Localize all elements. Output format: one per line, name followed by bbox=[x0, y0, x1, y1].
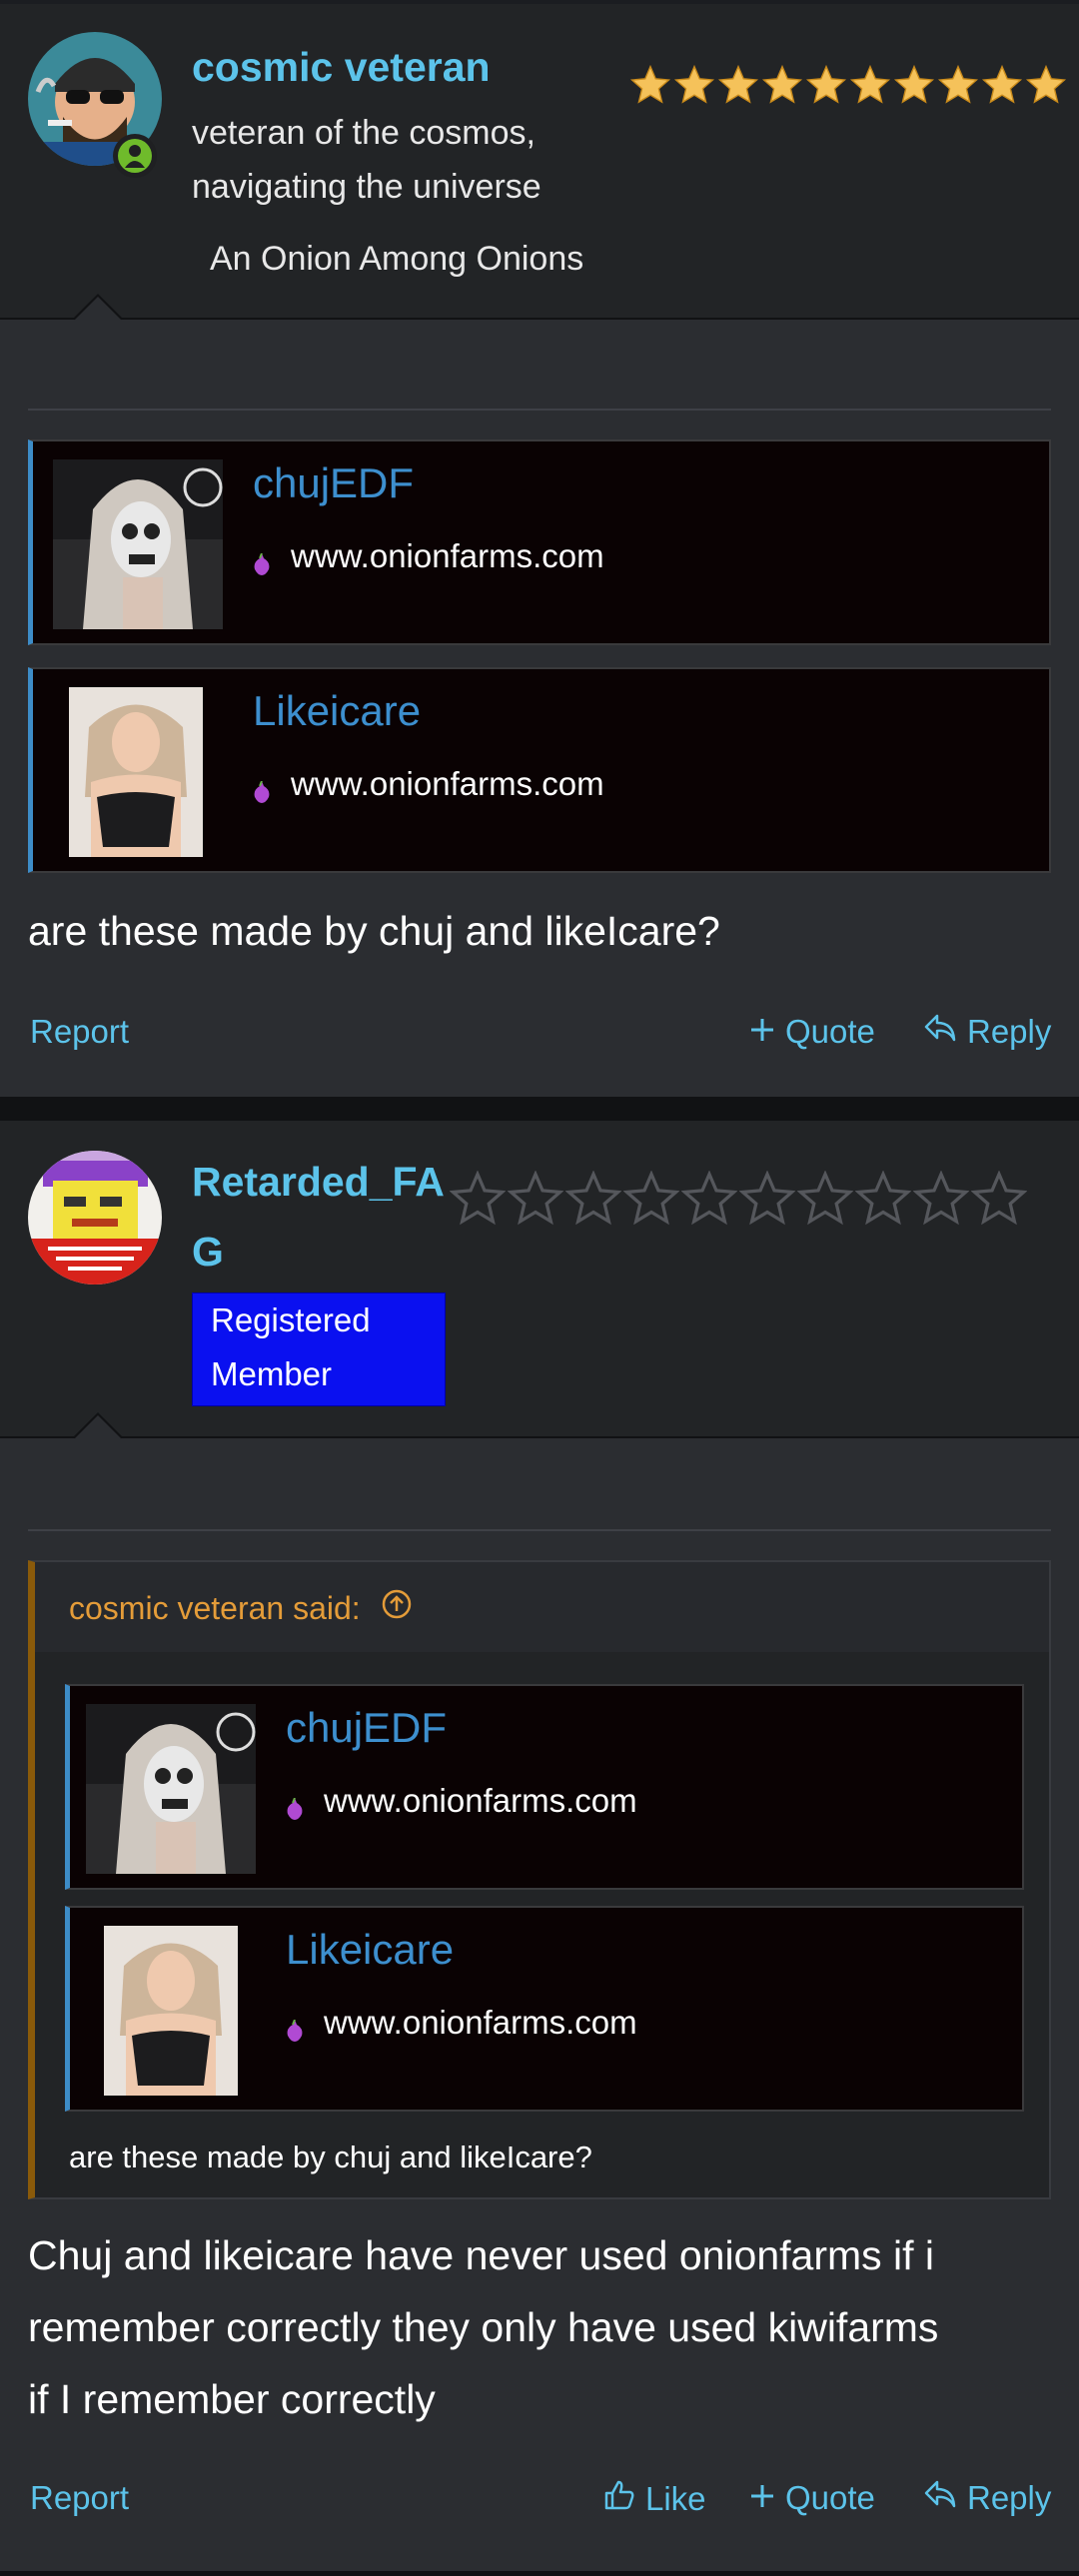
username[interactable]: cosmic veteran bbox=[192, 44, 491, 91]
onion-icon bbox=[253, 545, 271, 575]
thumbs-up-icon bbox=[603, 2479, 635, 2519]
embed-site: www.onionfarms.com bbox=[253, 765, 604, 803]
quote-button[interactable]: Quote bbox=[749, 2479, 875, 2517]
embed-thumbnail bbox=[104, 1926, 238, 2096]
avatar[interactable] bbox=[28, 1151, 162, 1285]
user-banner: An Onion Among Onions bbox=[210, 240, 584, 278]
star-filled-icon bbox=[937, 64, 979, 104]
post-header: cosmic veteran veteran of the cosmos, na… bbox=[0, 4, 1079, 320]
star-empty-icon bbox=[450, 1171, 506, 1226]
post-cosmic-veteran: cosmic veteran veteran of the cosmos, na… bbox=[0, 4, 1079, 1097]
onion-icon bbox=[286, 2012, 304, 2042]
star-filled-icon bbox=[673, 64, 715, 104]
post-separator bbox=[0, 1097, 1079, 1121]
username-line-2[interactable]: G bbox=[192, 1229, 224, 1276]
user-title-line-1: veteran of the cosmos, bbox=[192, 114, 536, 152]
quote-attribution[interactable]: cosmic veteran said: bbox=[69, 1588, 413, 1628]
plus-icon bbox=[749, 1013, 775, 1051]
reply-arrow-icon bbox=[923, 1013, 957, 1051]
quote-button[interactable]: Quote bbox=[749, 1013, 875, 1051]
reply-button[interactable]: Reply bbox=[923, 2479, 1051, 2517]
reply-arrow-icon bbox=[923, 2479, 957, 2517]
jump-to-quote-icon[interactable] bbox=[381, 1588, 413, 1628]
page-bottom-bar bbox=[0, 2571, 1079, 2576]
report-link[interactable]: Report bbox=[30, 2479, 129, 2517]
quote-text: are these made by chuj and likeIcare? bbox=[69, 2140, 592, 2174]
reply-button[interactable]: Reply bbox=[923, 1013, 1051, 1051]
embed-site-url: www.onionfarms.com bbox=[291, 537, 604, 574]
post-retarded-fag: Retarded_FA G Registered Member cosmic v… bbox=[0, 1121, 1079, 2571]
online-status-icon bbox=[113, 134, 157, 178]
star-empty-icon bbox=[797, 1171, 853, 1226]
post-header: Retarded_FA G Registered Member bbox=[0, 1121, 1079, 1438]
star-filled-icon bbox=[981, 64, 1023, 104]
embed-title[interactable]: Likeicare bbox=[253, 687, 421, 735]
embed-thumbnail bbox=[86, 1704, 256, 1874]
embed-thumbnail bbox=[53, 459, 223, 629]
star-filled-icon bbox=[717, 64, 759, 104]
quote-attribution-text: cosmic veteran said: bbox=[69, 1589, 361, 1626]
post-body: are these made by chuj and likeIcare? bbox=[28, 908, 720, 954]
star-empty-icon bbox=[681, 1171, 737, 1226]
post-body-line-2: remember correctly they only have used k… bbox=[28, 2304, 939, 2350]
star-empty-icon bbox=[565, 1171, 621, 1226]
embed-site: www.onionfarms.com bbox=[253, 537, 604, 575]
star-empty-icon bbox=[739, 1171, 795, 1226]
content-divider bbox=[28, 1529, 1051, 1531]
star-empty-icon bbox=[508, 1171, 563, 1226]
quote-header: cosmic veteran said: bbox=[35, 1562, 1049, 1652]
link-embed[interactable]: chujEDF www.onionfarms.com bbox=[28, 439, 1051, 645]
embed-site-url: www.onionfarms.com bbox=[324, 2004, 637, 2041]
star-filled-icon bbox=[1025, 64, 1067, 104]
star-empty-icon bbox=[855, 1171, 911, 1226]
star-filled-icon bbox=[893, 64, 935, 104]
embed-site: www.onionfarms.com bbox=[286, 1782, 637, 1820]
link-embed[interactable]: Likeicare www.onionfarms.com bbox=[28, 667, 1051, 873]
star-filled-icon bbox=[629, 64, 671, 104]
star-empty-icon bbox=[913, 1171, 969, 1226]
embed-site-url: www.onionfarms.com bbox=[291, 765, 604, 802]
user-badge-line-1: Registered bbox=[211, 1301, 371, 1338]
user-title-line-2: navigating the universe bbox=[192, 168, 541, 206]
user-badge-line-2: Member bbox=[211, 1355, 333, 1392]
embed-thumbnail bbox=[69, 687, 203, 857]
onion-icon bbox=[286, 1790, 304, 1820]
star-filled-icon bbox=[761, 64, 803, 104]
post-body-line-3: if I remember correctly bbox=[28, 2376, 436, 2422]
link-embed[interactable]: Likeicare www.onionfarms.com bbox=[65, 1906, 1024, 2112]
star-empty-icon bbox=[971, 1171, 1027, 1226]
username-line-1[interactable]: Retarded_FA bbox=[192, 1159, 445, 1206]
star-filled-icon bbox=[805, 64, 847, 104]
quote-block: cosmic veteran said: chujEDF www.onionfa… bbox=[28, 1560, 1051, 2199]
embed-title[interactable]: chujEDF bbox=[253, 459, 414, 507]
embed-site: www.onionfarms.com bbox=[286, 2004, 637, 2042]
user-rating-stars bbox=[450, 1171, 1027, 1227]
embed-title[interactable]: chujEDF bbox=[286, 1704, 447, 1752]
embed-title[interactable]: Likeicare bbox=[286, 1926, 454, 1974]
header-caret bbox=[72, 294, 124, 321]
star-filled-icon bbox=[849, 64, 891, 104]
user-badge: Registered Member bbox=[192, 1292, 446, 1406]
content-divider bbox=[28, 409, 1051, 411]
link-embed[interactable]: chujEDF www.onionfarms.com bbox=[65, 1684, 1024, 1890]
post-body-line-1: Chuj and likeicare have never used onion… bbox=[28, 2232, 935, 2278]
report-link[interactable]: Report bbox=[30, 1013, 129, 1051]
star-empty-icon bbox=[623, 1171, 679, 1226]
embed-site-url: www.onionfarms.com bbox=[324, 1782, 637, 1819]
onion-icon bbox=[253, 773, 271, 803]
like-button[interactable]: Like bbox=[603, 2479, 706, 2519]
plus-icon bbox=[749, 2479, 775, 2517]
user-rating-stars bbox=[629, 64, 1067, 106]
header-caret bbox=[72, 1412, 124, 1439]
